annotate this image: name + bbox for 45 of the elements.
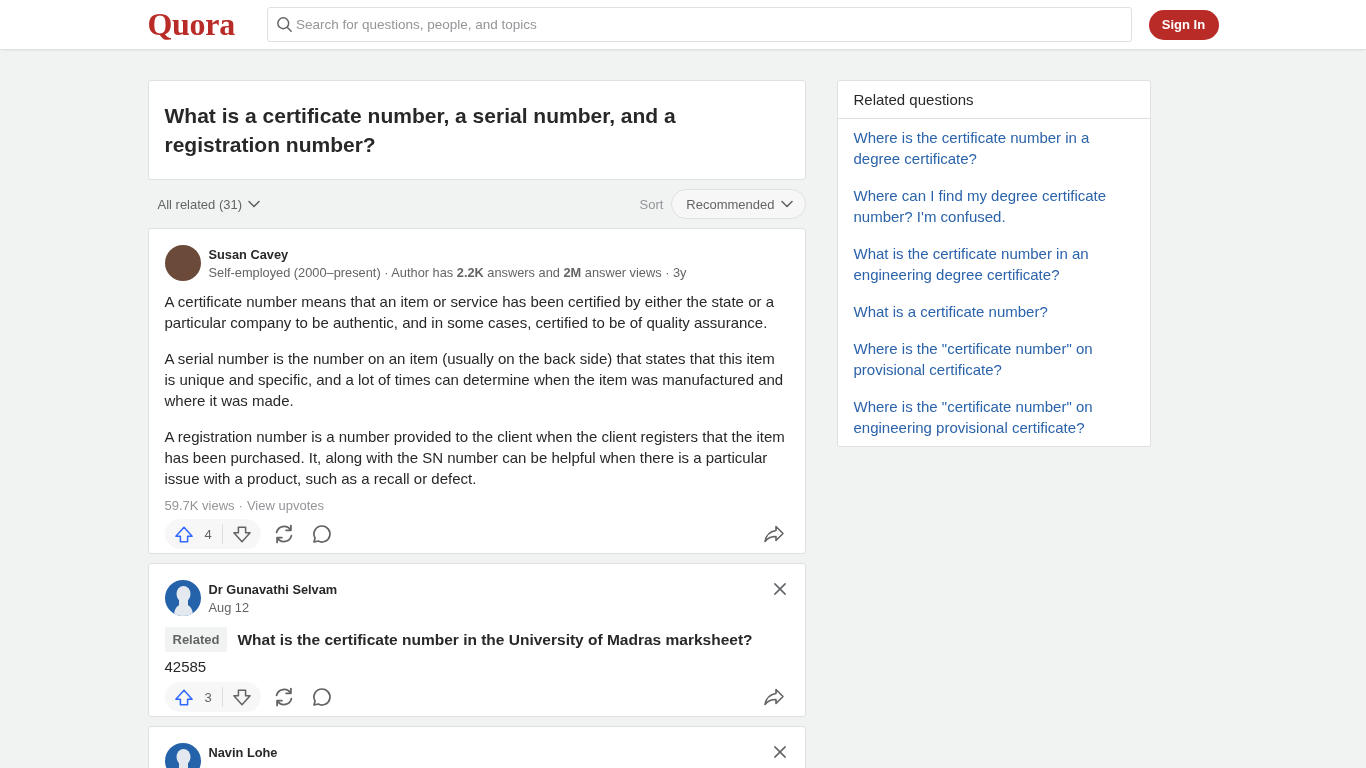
author-name[interactable]: Dr Gunavathi Selvam — [208, 581, 338, 599]
separator-dot: · — [238, 497, 243, 515]
close-icon — [773, 583, 786, 595]
answer-text: 42585 — [164, 657, 208, 677]
view-count: 59.7K views — [164, 497, 235, 515]
related-label: Related — [164, 627, 228, 652]
filter-dropdown[interactable]: All related (31) — [147, 190, 271, 218]
sort-dropdown[interactable]: Recommended — [671, 189, 806, 219]
arrow-down-icon — [232, 688, 251, 706]
view-upvotes-link[interactable]: View upvotes — [246, 497, 325, 515]
related-question-link[interactable]: Where is the "certificate number" on provisional certificate? — [853, 338, 1134, 380]
logo[interactable]: Quora — [147, 7, 235, 40]
answer-paragraph: A certificate number means that an item or service has been certified by either the state or a particular company to be authentic, and in some cases, certified to be of quality assurance. — [164, 292, 775, 333]
comment-icon — [313, 526, 330, 542]
related-question-link[interactable]: Where is the "certificate number" on engineering provisional certificate? — [853, 396, 1134, 438]
share-arrow-icon — [764, 526, 783, 542]
answer-date: Aug 12 — [208, 599, 250, 617]
arrow-up-icon — [174, 688, 193, 706]
related-question-link[interactable]: What is the certificate number in an engineering degree certificate? — [853, 243, 1134, 285]
search-field[interactable]: Search for questions, people, and topics — [266, 7, 1132, 42]
arrow-up-icon — [174, 525, 193, 543]
comment-icon — [313, 689, 330, 705]
related-question-link[interactable]: What is the certificate number in the University of Madras marksheet? — [237, 630, 753, 649]
related-question-link[interactable]: Where can I find my degree certificate number? I'm confused. — [853, 185, 1134, 227]
upvote-button[interactable]: 3 — [164, 682, 222, 712]
answer-paragraph: A registration number is a number provided to the client when the client registers that the item has been purchased. It, along with the SN number can be helpful when there is a particular issue with a product, such as a recall or defect. — [164, 427, 786, 489]
sign-in-button[interactable]: Sign In — [1148, 9, 1219, 40]
upvote-button[interactable]: 4 — [164, 519, 222, 549]
close-icon — [773, 746, 786, 758]
question-title: What is a certificate number, a serial number, and a registration number? — [164, 103, 677, 158]
circular-arrows-icon — [274, 525, 293, 543]
related-question-link[interactable]: Where is the certificate number in a degree certificate? — [853, 127, 1134, 169]
search-icon — [276, 17, 292, 32]
circular-arrows-icon — [274, 688, 293, 706]
sort-label: Sort — [639, 196, 664, 212]
chevron-down-icon — [248, 200, 261, 208]
chevron-down-icon — [780, 200, 793, 208]
arrow-down-icon — [232, 525, 251, 543]
author-credential: Self-employed (2000–present) · Author has 2.2K answers and 2M answer views · 3y — [208, 264, 687, 282]
author-name[interactable]: Navin Lohe — [208, 744, 278, 762]
author-name[interactable]: Susan Cavey — [208, 246, 289, 264]
answer-paragraph: A serial number is the number on an item (usually on the back side) that states that this item is unique and specific, and a lot of times can determine when the item was manufactured and where it was made. — [164, 349, 785, 411]
panel-title: Related questions — [837, 81, 1150, 119]
share-arrow-icon — [764, 689, 783, 705]
related-question-link[interactable]: What is a certificate number? — [853, 301, 1048, 322]
